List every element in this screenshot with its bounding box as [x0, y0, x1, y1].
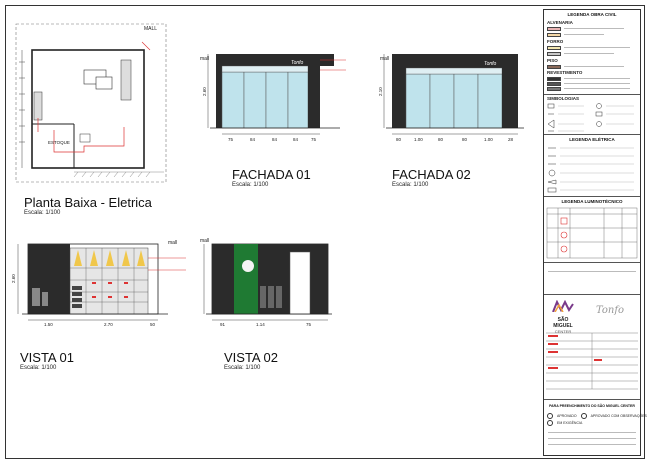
legend-symbols: SIMBOLOGIAS — [544, 95, 640, 135]
planta-mall-label: MALL — [144, 26, 158, 32]
vista01-height: 2.60 — [11, 274, 16, 283]
approved-label: APROVADO — [557, 414, 577, 418]
fachada02-scale: Escala: 1/100 — [392, 182, 429, 188]
legend-lighting-title: LEGENDA LUMINOTÉCNICO — [561, 199, 623, 204]
vista01-mall-label: mall — [168, 240, 178, 246]
legend-civil-title: LEGENDA OBRA CIVIL — [567, 12, 617, 17]
electric-symbols — [547, 147, 634, 193]
fachada01-height: 2.60 — [202, 87, 207, 96]
exigencia-checkbox[interactable] — [547, 420, 553, 426]
v1-dim-0: 1.50 — [44, 322, 53, 327]
vista02-scale: Escala: 1/100 — [224, 365, 261, 371]
sao-miguel-logo-icon — [552, 299, 574, 313]
approval-title: PARA PREENCHIMENTO DO SÃO MIGUEL CENTER — [549, 404, 635, 408]
approved-obs-label: APROVADO COM OBSERVAÇÕES — [590, 414, 647, 418]
f1-dim-1: 84 — [250, 137, 256, 142]
title-block-grid — [546, 332, 638, 390]
approved-checkbox[interactable] — [547, 413, 553, 419]
f1-dim-3: 84 — [293, 137, 299, 142]
f1-dim-4: 75 — [311, 137, 317, 142]
swatch-forro-2 — [547, 51, 561, 56]
f1-dim-2: 84 — [272, 137, 278, 142]
legend-panel: LEGENDA OBRA CIVIL ALVENARIA FORRO PISO … — [543, 9, 647, 456]
legend-section-revestimento: REVESTIMENTO — [547, 70, 583, 75]
planta-baixa-svg — [15, 23, 167, 183]
legend-section-forro: FORRO — [547, 39, 564, 44]
approval-box: PARA PREENCHIMENTO DO SÃO MIGUEL CENTER … — [544, 400, 647, 455]
planta-baixa-drawing: MALL ESTOQUE — [14, 22, 174, 187]
f2-dim-1: 1.00 — [414, 137, 423, 142]
swatch-alvenaria-2 — [547, 32, 561, 37]
vista01-scale: Escala: 1/100 — [20, 365, 57, 371]
f1-dim-0: 75 — [228, 137, 234, 142]
fachada02-height: 2.10 — [378, 87, 383, 96]
fachada01-title: FACHADA 01 — [232, 167, 311, 182]
legend-lighting: LEGENDA LUMINOTÉCNICO — [544, 197, 640, 263]
fachada01-svg: Tonfo 2.60 75 84 84 84 75 — [202, 54, 346, 142]
v1-dim-2: 50 — [150, 322, 156, 327]
svg-text:Tonfo: Tonfo — [484, 61, 497, 67]
v2-dim-0: 91 — [220, 322, 226, 327]
swatch-alvenaria-1 — [547, 26, 561, 31]
fachada02-mall-label: mall — [380, 56, 390, 62]
planta-estoque-label: ESTOQUE — [48, 140, 70, 145]
fachada01-scale: Escala: 1/100 — [232, 182, 269, 188]
legend-symbols-title: SIMBOLOGIAS — [547, 96, 580, 101]
symbols-grid — [547, 103, 634, 132]
fachada02-drawing: Tonfo 2.10 80 1.00 80 80 1.00 28 mall — [378, 44, 538, 144]
sao-miguel-logo: SÃO MIGUEL CENTER — [548, 299, 578, 334]
vista02-drawing: 91 1.14 75 mall — [196, 236, 336, 328]
swatch-rev-3 — [547, 86, 561, 91]
store-logo: Tonfo — [596, 305, 625, 316]
swatch-rev-2 — [547, 81, 561, 86]
planta-scale: Escala: 1/100 — [24, 210, 61, 216]
legend-section-piso: PISO — [547, 58, 558, 63]
vista02-svg: 91 1.14 75 — [203, 243, 332, 327]
vista01-svg: 2.60 1.50 2.70 50 — [11, 243, 186, 327]
legend-notes — [544, 263, 640, 295]
title-block: SÃO MIGUEL CENTER Tonfo — [544, 295, 640, 400]
svg-text:Tonfo: Tonfo — [291, 60, 304, 66]
fachada02-svg: Tonfo 2.10 80 1.00 80 80 1.00 28 — [378, 54, 524, 142]
vista01-title: VISTA 01 — [20, 350, 74, 365]
fachada01-mall-label: mall — [200, 56, 210, 62]
lighting-table — [546, 207, 638, 259]
legend-electric-title: LEGENDA ELÉTRICA — [569, 137, 615, 142]
f2-dim-5: 28 — [508, 137, 514, 142]
swatch-rev-1 — [547, 76, 561, 81]
swatch-forro-1 — [547, 45, 561, 50]
legend-section-alvenaria: ALVENARIA — [547, 20, 573, 25]
approved-obs-checkbox[interactable] — [580, 413, 587, 419]
swatch-piso-1 — [547, 64, 561, 69]
legend-civil: LEGENDA OBRA CIVIL ALVENARIA FORRO PISO … — [544, 10, 640, 95]
f2-dim-4: 1.00 — [484, 137, 493, 142]
exigencia-label: EM EXIGÊNCIA — [557, 421, 583, 425]
vista02-title: VISTA 02 — [224, 350, 278, 365]
fachada02-title: FACHADA 02 — [392, 167, 471, 182]
v2-dim-1: 1.14 — [256, 322, 265, 327]
f2-dim-3: 80 — [462, 137, 468, 142]
v1-dim-1: 2.70 — [104, 322, 113, 327]
vista02-mall-label: mall — [200, 238, 210, 244]
vista01-drawing: 2.60 1.50 2.70 50 mall — [8, 236, 193, 328]
v2-dim-2: 75 — [306, 322, 312, 327]
f2-dim-2: 80 — [438, 137, 444, 142]
planta-title: Planta Baixa - Eletrica — [24, 195, 152, 210]
f2-dim-0: 80 — [396, 137, 402, 142]
fachada01-drawing: Tonfo 2.60 75 84 84 84 75 mall — [200, 44, 360, 144]
legend-electric: LEGENDA ELÉTRICA — [544, 135, 640, 197]
center-name: SÃO MIGUEL — [553, 317, 573, 329]
